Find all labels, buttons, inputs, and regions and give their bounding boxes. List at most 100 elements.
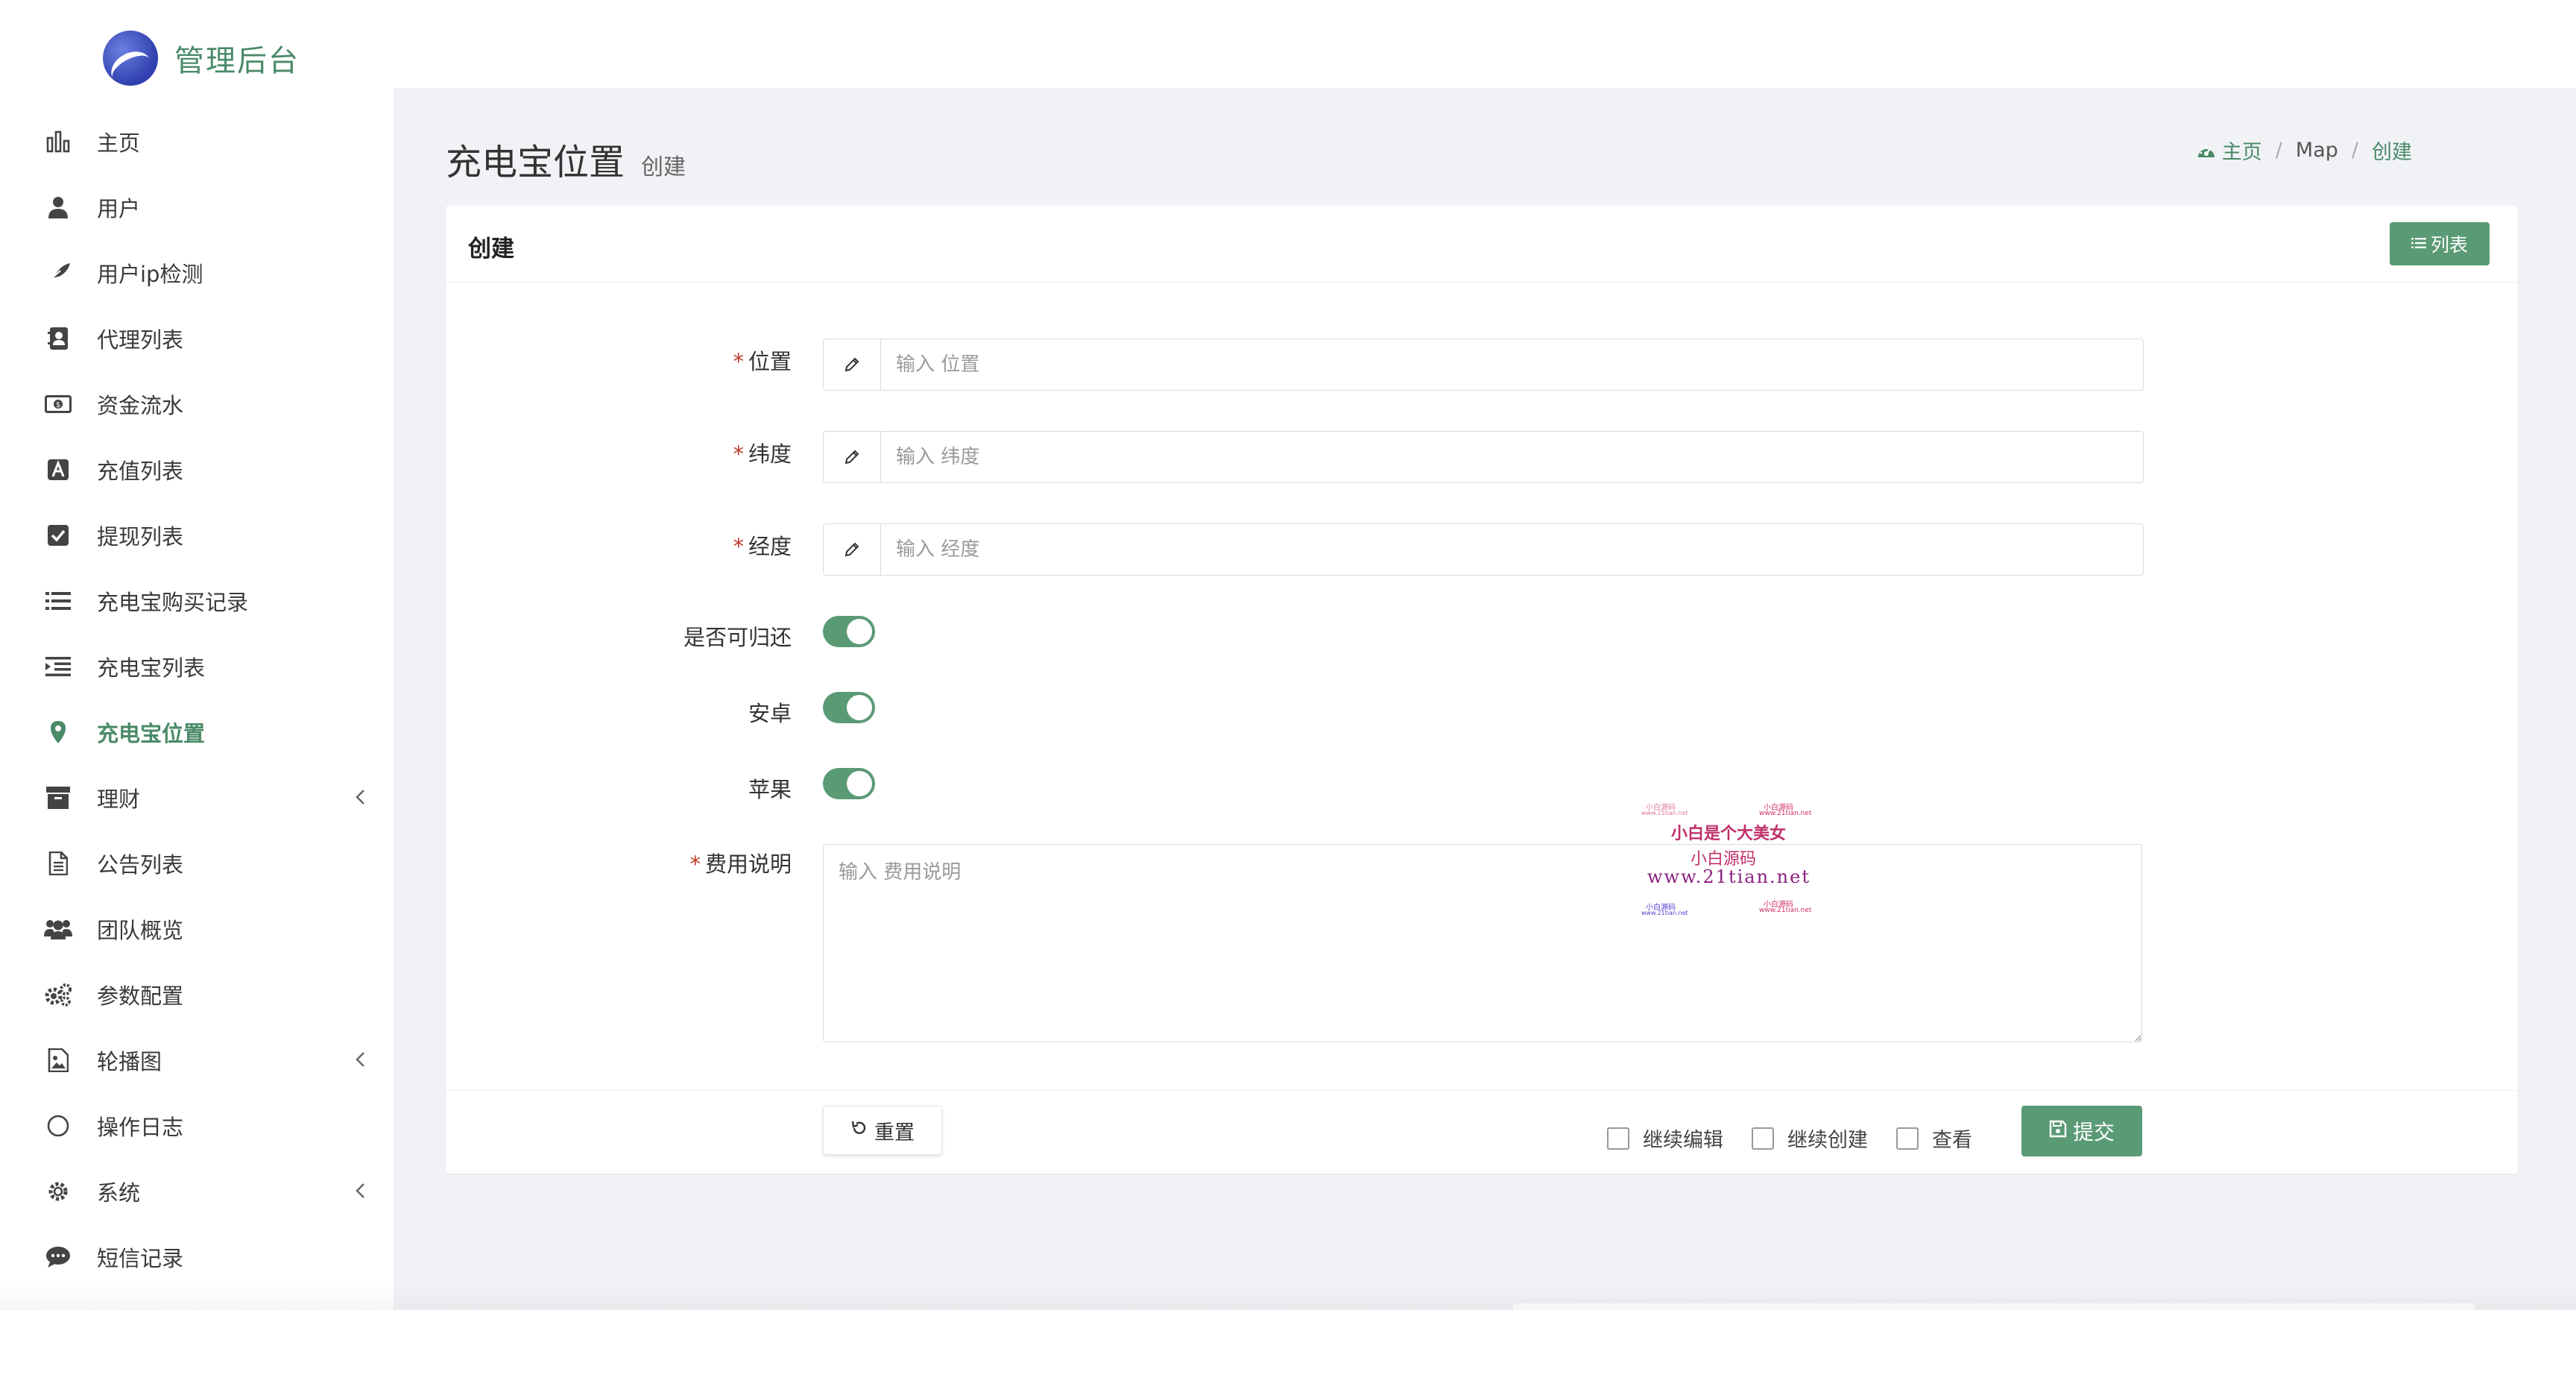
list-icon	[43, 586, 73, 616]
svg-text:$: $	[56, 401, 60, 409]
breadcrumb-separator: /	[2275, 139, 2282, 162]
sidebar-item-system[interactable]: 系统	[0, 1159, 394, 1224]
checkbox-box[interactable]	[1752, 1127, 1774, 1150]
form-row-latitude: * 纬度	[446, 431, 2518, 483]
chevron-left-icon	[355, 785, 365, 811]
sidebar-item-label: 充电宝列表	[97, 655, 206, 681]
gear-icon	[43, 1177, 73, 1206]
sidebar: 管理后台 主页 用户 用户ip检测 代理列表 $ 资金流水 充值列表 提现列表 …	[0, 0, 394, 1310]
chevron-left-icon	[355, 1179, 365, 1205]
checkbox-box[interactable]	[1607, 1127, 1629, 1150]
page-title: 充电宝位置	[446, 142, 625, 183]
sidebar-item-recharge[interactable]: 充值列表	[0, 437, 394, 503]
reset-button[interactable]: 重置	[823, 1106, 942, 1155]
sidebar-item-sms-records[interactable]: 短信记录	[0, 1224, 394, 1290]
brand-logo	[103, 31, 158, 86]
breadcrumb-current: 创建	[2372, 141, 2412, 164]
breadcrumb-map[interactable]: Map	[2296, 139, 2338, 162]
sidebar-item-label: 短信记录	[97, 1246, 184, 1271]
sidebar-item-agents[interactable]: 代理列表	[0, 306, 394, 371]
page-header: 充电宝位置 创建	[446, 133, 686, 185]
pencil-icon	[824, 524, 881, 575]
undo-icon	[850, 1119, 868, 1142]
list-button[interactable]: 列表	[2390, 222, 2490, 265]
latitude-label-text: 纬度	[748, 441, 792, 467]
android-toggle[interactable]	[823, 692, 875, 723]
pencil-icon	[824, 339, 881, 390]
sidebar-item-funds[interactable]: $ 资金流水	[0, 371, 394, 437]
returnable-toggle[interactable]	[823, 616, 875, 647]
circle-icon	[43, 1111, 73, 1141]
fee-description-textarea[interactable]	[823, 844, 2142, 1042]
view-label: 查看	[1932, 1129, 1972, 1152]
watermark-small-url: www.21tian.net	[1759, 810, 1812, 817]
continue-create-checkbox[interactable]: 继续创建	[1752, 1124, 1868, 1153]
longitude-input-group	[823, 523, 2144, 576]
location-label: * 位置	[733, 344, 792, 376]
apple-toggle[interactable]	[823, 768, 875, 799]
required-mark: *	[733, 534, 744, 559]
view-checkbox[interactable]: 查看	[1896, 1124, 1972, 1153]
reset-button-label: 重置	[874, 1121, 915, 1144]
sidebar-nav: 主页 用户 用户ip检测 代理列表 $ 资金流水 充值列表 提现列表 充电宝购买…	[0, 109, 394, 1290]
font-a-icon	[43, 455, 73, 485]
user-icon	[43, 192, 73, 222]
sidebar-item-label: 参数配置	[97, 983, 184, 1009]
sidebar-item-ip-check[interactable]: 用户ip检测	[0, 240, 394, 306]
form-row-returnable: 是否可归还	[446, 616, 2518, 653]
sidebar-item-label: 公告列表	[97, 852, 184, 878]
continue-create-label: 继续创建	[1787, 1129, 1868, 1152]
sidebar-item-withdraw[interactable]: 提现列表	[0, 503, 394, 568]
sidebar-item-label: 资金流水	[97, 393, 184, 418]
sidebar-item-users[interactable]: 用户	[0, 174, 394, 240]
watermark-small-url: www.21tian.net	[1641, 910, 1688, 916]
comment-icon	[43, 1242, 73, 1272]
list-button-label: 列表	[2430, 235, 2468, 256]
form-row-location: * 位置	[446, 339, 2518, 391]
save-icon	[2049, 1119, 2067, 1143]
required-mark: *	[733, 349, 744, 374]
indent-icon	[43, 652, 73, 681]
continue-edit-checkbox[interactable]: 继续编辑	[1607, 1124, 1723, 1153]
submit-button[interactable]: 提交	[2021, 1106, 2142, 1156]
sidebar-item-purchase-records[interactable]: 充电宝购买记录	[0, 568, 394, 634]
sidebar-item-settings[interactable]: 参数配置	[0, 962, 394, 1027]
apple-label: 苹果	[748, 777, 792, 802]
image-icon	[43, 1045, 73, 1075]
pencil-icon	[824, 432, 881, 482]
bar-chart-icon	[43, 127, 73, 157]
location-label-text: 位置	[748, 349, 792, 374]
latitude-input[interactable]	[881, 432, 2143, 482]
location-input[interactable]	[881, 339, 2143, 390]
check-square-icon	[43, 520, 73, 550]
form-row-fee-description: * 费用说明	[446, 844, 2518, 1045]
sidebar-item-home[interactable]: 主页	[0, 109, 394, 174]
longitude-label: * 经度	[733, 529, 792, 561]
sidebar-item-finance[interactable]: 理财	[0, 765, 394, 831]
list-icon	[2411, 234, 2426, 254]
checkbox-box[interactable]	[1896, 1127, 1919, 1150]
bottom-panel	[1513, 1303, 2475, 1398]
card-header: 创建 列表	[446, 206, 2518, 283]
longitude-input[interactable]	[881, 524, 2143, 575]
money-bill-icon: $	[43, 389, 73, 419]
breadcrumb-home[interactable]: 主页	[2197, 136, 2262, 165]
brand[interactable]: 管理后台	[103, 28, 300, 88]
sidebar-item-label: 操作日志	[97, 1115, 184, 1140]
map-marker-icon	[43, 717, 73, 747]
feather-icon	[43, 258, 73, 288]
continue-edit-label: 继续编辑	[1643, 1129, 1723, 1152]
breadcrumb: 主页 / Map / 创建	[2197, 136, 2412, 165]
sidebar-item-carousel[interactable]: 轮播图	[0, 1027, 394, 1093]
longitude-label-text: 经度	[748, 534, 792, 559]
sidebar-item-label: 代理列表	[97, 327, 184, 353]
sidebar-item-label: 提现列表	[97, 524, 184, 550]
sidebar-item-label: 充值列表	[97, 459, 184, 484]
watermark-small-url: www.21tian.net	[1641, 810, 1688, 816]
sidebar-item-powerbank-location[interactable]: 充电宝位置	[0, 699, 394, 765]
sidebar-item-powerbank-list[interactable]: 充电宝列表	[0, 634, 394, 699]
breadcrumb-separator: /	[2351, 139, 2358, 162]
sidebar-item-announcements[interactable]: 公告列表	[0, 831, 394, 896]
sidebar-item-team[interactable]: 团队概览	[0, 896, 394, 962]
sidebar-item-operation-log[interactable]: 操作日志	[0, 1093, 394, 1159]
